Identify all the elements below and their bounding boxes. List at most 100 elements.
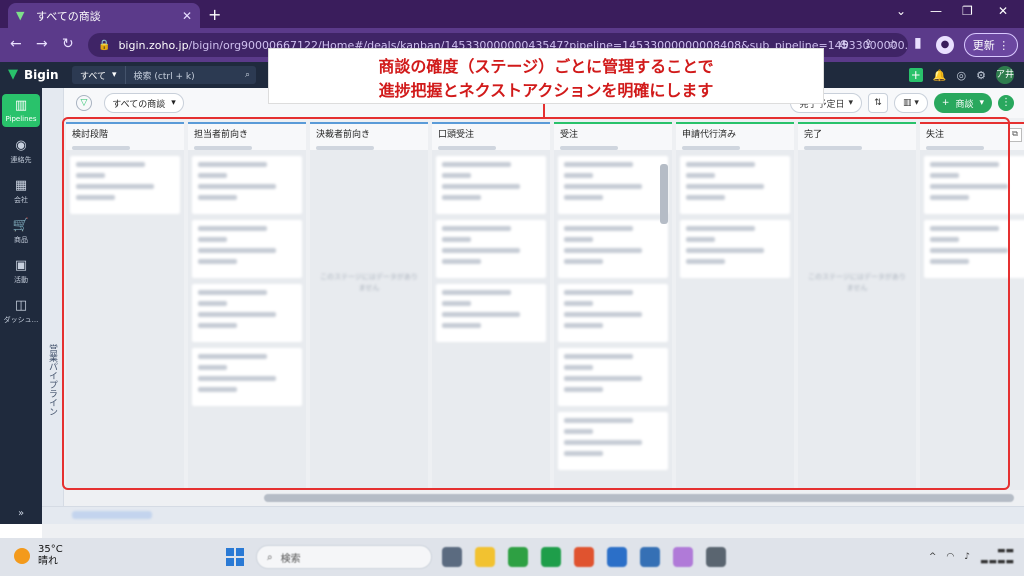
share-icon[interactable]: ⇪ (863, 37, 873, 51)
deal-card[interactable] (558, 156, 668, 214)
global-search[interactable]: すべて ▾ 検索 (ctrl + k) ⌕ (72, 66, 256, 84)
search-scope-select[interactable]: すべて ▾ (72, 66, 126, 84)
profile-icon[interactable]: ● (936, 36, 954, 54)
deal-card[interactable] (192, 284, 302, 342)
chrome-icon[interactable] (508, 547, 528, 567)
deal-card[interactable] (924, 156, 1024, 214)
deal-card[interactable] (70, 156, 180, 214)
chevron-down-icon: ▾ (848, 98, 854, 108)
new-tab-button[interactable]: + (208, 5, 221, 24)
deal-card[interactable] (680, 220, 790, 278)
deal-card[interactable] (192, 348, 302, 406)
new-deal-button[interactable]: + 商談 ▾ (933, 93, 992, 113)
network-icon[interactable]: ◠ (946, 552, 954, 562)
app-icon[interactable] (706, 547, 726, 567)
side-panel-toggle-icon[interactable]: ⧉ (1008, 128, 1022, 142)
column-header[interactable]: 完了 (798, 122, 916, 150)
powerpoint-icon[interactable] (574, 547, 594, 567)
update-button[interactable]: 更新 ⋮ (964, 33, 1018, 57)
chevron-down-icon: ▾ (171, 98, 176, 108)
column-header[interactable]: 検討段階 (66, 122, 184, 150)
column-header[interactable]: 決裁者前向き (310, 122, 428, 150)
collapse-nav-icon[interactable]: » (0, 502, 42, 526)
column-title: 決裁者前向き (316, 130, 371, 140)
filter-icon[interactable]: ▽ (76, 95, 92, 111)
chevron-up-icon[interactable]: ^ (929, 552, 937, 562)
close-tab-icon[interactable]: ✕ (182, 9, 192, 23)
pipeline-panel[interactable]: 営業パイプライン (42, 88, 64, 524)
search-input[interactable]: 検索 (ctrl + k) (126, 69, 245, 82)
bookmark-star-icon[interactable]: ☆ (887, 37, 898, 51)
back-icon[interactable]: ← (10, 36, 22, 52)
clock[interactable]: ▬▬ ▬▬▬▬ (980, 546, 1014, 568)
horizontal-scrollbar[interactable] (64, 490, 1024, 506)
nav-item-products[interactable]: 🛒 商品 (2, 218, 40, 245)
more-options-icon[interactable]: ⋮ (998, 95, 1014, 111)
nav-item-contacts[interactable]: ◉ 連絡先 (2, 138, 40, 165)
restore-icon[interactable]: ❐ (962, 4, 973, 18)
kanban-column: 担当者前向き (188, 122, 306, 490)
deal-card[interactable] (192, 220, 302, 278)
footer-tab[interactable] (72, 511, 152, 519)
reload-icon[interactable]: ↻ (62, 36, 74, 52)
column-summary (194, 146, 252, 150)
kanban-column: 申請代行済み (676, 122, 794, 490)
deal-card[interactable] (192, 156, 302, 214)
word-icon[interactable] (607, 547, 627, 567)
chevron-down-icon: ▾ (112, 70, 117, 80)
deal-card[interactable] (436, 284, 546, 342)
kanban-column: 失注 (920, 122, 1024, 490)
windows-start-icon[interactable] (226, 548, 244, 566)
kanban-column: 検討段階 (66, 122, 184, 490)
chevron-down-icon[interactable]: ⌄ (896, 4, 906, 18)
nav-item-dashboard[interactable]: ◫ ダッシュ... (2, 298, 40, 325)
nav-item-pipelines[interactable]: ▥ Pipelines (2, 94, 40, 127)
avatar[interactable]: ア井 (996, 66, 1014, 84)
app-logo[interactable]: ▼ Bigin (8, 67, 59, 82)
kanban-board: 検討段階 担当者前向き 決裁者前向き このステージにはデータがありません 口頭受注 受注申… (64, 118, 1024, 490)
explorer-icon[interactable] (475, 547, 495, 567)
excel-icon[interactable] (541, 547, 561, 567)
sort-order-icon[interactable]: ⇅ (868, 93, 889, 113)
nav-item-company[interactable]: ▦ 会社 (2, 178, 40, 205)
minimize-icon[interactable]: — (930, 4, 942, 18)
deal-card[interactable] (558, 220, 668, 278)
view-select[interactable]: すべての商談 ▾ (104, 93, 184, 113)
column-header[interactable]: 申請代行済み (676, 122, 794, 150)
column-header[interactable]: 受注 (554, 122, 672, 150)
taskview-icon[interactable] (442, 547, 462, 567)
weather-widget[interactable]: 35°C 晴れ (14, 544, 63, 568)
settings-circle-icon[interactable]: ◎ (957, 69, 967, 82)
chat-button[interactable] (0, 524, 42, 538)
deal-card[interactable] (558, 284, 668, 342)
quick-create-icon[interactable]: + (908, 68, 923, 82)
volume-icon[interactable]: ♪ (964, 552, 970, 562)
zoom-icon[interactable]: ⊕ (839, 37, 849, 51)
nav-item-activities[interactable]: ▣ 活動 (2, 258, 40, 285)
close-window-icon[interactable]: ✕ (998, 4, 1008, 18)
kanban-view-icon[interactable]: ▥ ▾ (894, 93, 928, 113)
column-scrollbar[interactable] (660, 164, 668, 224)
taskbar-search[interactable]: ⌕ 検索 (256, 545, 432, 569)
outlook-icon[interactable] (640, 547, 660, 567)
sidepanel-icon[interactable]: ▮ (914, 35, 922, 51)
deal-card[interactable] (436, 220, 546, 278)
deal-card[interactable] (680, 156, 790, 214)
scrollbar-thumb[interactable] (264, 494, 1014, 502)
column-header[interactable]: 口頭受注 (432, 122, 550, 150)
deal-card[interactable] (924, 220, 1024, 278)
deal-card[interactable] (558, 348, 668, 406)
column-summary (926, 146, 984, 150)
deal-card[interactable] (558, 412, 668, 470)
annotation-line-1: 商談の確度（ステージ）ごとに管理することで (378, 57, 714, 76)
column-header[interactable]: 担当者前向き (188, 122, 306, 150)
bell-icon[interactable]: 🔔 (933, 69, 947, 82)
app-footer (42, 506, 1024, 524)
browser-tab-bar: ▼ すべての商談 ✕ + ⌄ — ❐ ✕ (0, 0, 1024, 28)
column-summary (316, 146, 374, 150)
browser-app-icon[interactable] (673, 547, 693, 567)
deal-card[interactable] (436, 156, 546, 214)
forward-icon[interactable]: → (36, 36, 48, 52)
gear-icon[interactable]: ⚙ (976, 69, 986, 82)
browser-tab[interactable]: ▼ すべての商談 ✕ (8, 3, 200, 28)
